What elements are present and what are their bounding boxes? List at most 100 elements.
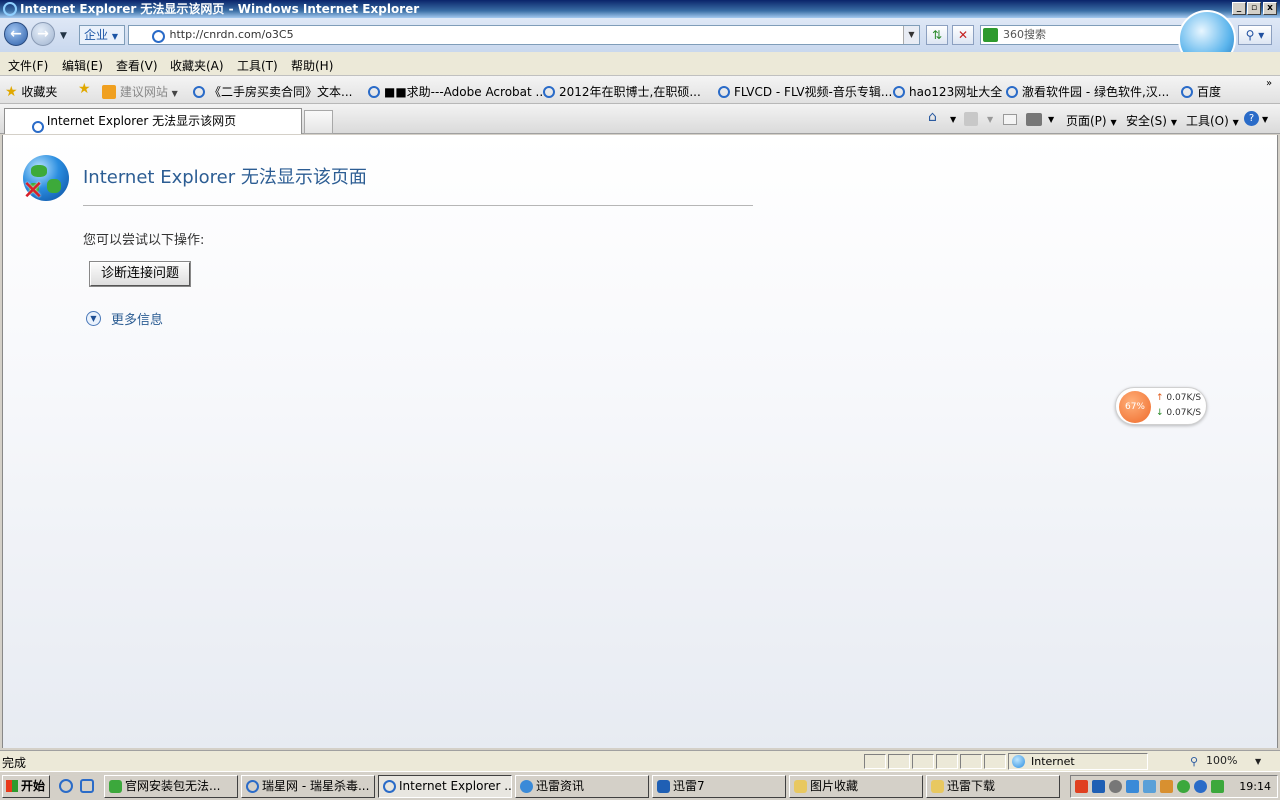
tray-network-icon[interactable] (1126, 780, 1139, 793)
favorite-link[interactable]: FLVCD - FLV视频-音乐专辑... (718, 83, 892, 100)
tray-app-icon[interactable] (1211, 780, 1224, 793)
tab-current[interactable]: Internet Explorer 无法显示该网页 (4, 108, 302, 134)
security-zone[interactable]: Internet (1008, 753, 1148, 770)
address-dropdown-icon[interactable]: ▼ (903, 26, 919, 44)
status-pane (960, 754, 982, 769)
refresh-button[interactable]: ⇅ (926, 25, 948, 45)
back-button[interactable]: ← (4, 22, 28, 46)
address-input[interactable]: http://cnrdn.com/o3C5 ▼ (128, 25, 920, 45)
tray-app-icon[interactable] (1160, 780, 1173, 793)
suggested-sites-button[interactable]: 建议网站 ▼ (102, 83, 178, 100)
arrow-up-icon: ↑ (1156, 393, 1164, 403)
favorites-button[interactable]: ★ 收藏夹 (5, 83, 57, 100)
windows-logo-icon (6, 780, 18, 792)
taskbar-item[interactable]: 官网安装包无法... (104, 775, 238, 798)
zone-selector[interactable]: 企业 ▼ (79, 25, 125, 45)
favorites-overflow-icon[interactable]: » (1266, 78, 1272, 89)
tools-menu[interactable]: 工具(O) ▼ (1186, 112, 1239, 129)
favorite-link[interactable]: 《二手房买卖合同》文本... (193, 83, 352, 100)
new-tab-button[interactable] (304, 110, 333, 134)
status-pane (912, 754, 934, 769)
safety-menu[interactable]: 安全(S) ▼ (1126, 112, 1177, 129)
chevron-down-icon[interactable]: ▼ (987, 115, 993, 124)
tray-app-icon[interactable] (1143, 780, 1156, 793)
system-tray: 19:14 (1070, 775, 1278, 798)
suggested-sites-label: 建议网站 (119, 85, 168, 99)
address-url: http://cnrdn.com/o3C5 (169, 28, 294, 41)
page-menu[interactable]: 页面(P) ▼ (1066, 112, 1117, 129)
tray-app-icon[interactable] (1109, 780, 1122, 793)
menu-favorites[interactable]: 收藏夹(A) (170, 57, 224, 74)
favorite-link[interactable]: hao123网址大全 (893, 83, 1002, 100)
download-speed: ↓ 0.07K/S (1156, 408, 1201, 418)
tray-app-icon[interactable] (1177, 780, 1190, 793)
menu-view[interactable]: 查看(V) (116, 57, 158, 74)
forward-button[interactable]: → (31, 22, 55, 46)
minimize-button[interactable]: _ (1232, 2, 1246, 15)
error-x-icon: ✕ (22, 176, 44, 206)
menu-help[interactable]: 帮助(H) (291, 57, 333, 74)
help-icon[interactable]: ? (1244, 111, 1259, 126)
taskbar-item[interactable]: 瑞星网 - 瑞星杀毒... (241, 775, 375, 798)
chevron-down-icon[interactable]: ▼ (1262, 115, 1268, 124)
favorite-link[interactable]: ■■求助---Adobe Acrobat ... (368, 83, 547, 100)
feeds-icon[interactable] (964, 112, 978, 126)
zone-label: 企业 (84, 28, 109, 42)
favorite-link-label: hao123网址大全 (909, 85, 1003, 99)
search-placeholder: 360搜索 (1003, 28, 1046, 41)
taskbar-item-label: 迅雷7 (673, 779, 705, 793)
star-icon: ★ (5, 84, 18, 100)
status-pane (984, 754, 1006, 769)
zoom-control[interactable]: ⚲ 100% ▼ (1186, 753, 1266, 770)
taskbar-item[interactable]: 图片收藏 (789, 775, 923, 798)
status-pane (864, 754, 886, 769)
ie-icon (1181, 86, 1193, 98)
quicklaunch-browser-icon[interactable] (80, 779, 94, 793)
favorite-link-label: 百度 (1197, 85, 1222, 99)
ie-icon (718, 86, 730, 98)
favorite-link[interactable]: 百度 (1181, 83, 1221, 100)
safety-menu-label: 安全(S) (1126, 114, 1167, 128)
taskbar-item[interactable]: 迅雷下载 (926, 775, 1060, 798)
expand-icon[interactable]: ▼ (86, 311, 101, 326)
tray-app-icon[interactable] (1075, 780, 1088, 793)
favorite-link[interactable]: 澈看软件园 - 绿色软件,汉... (1006, 83, 1169, 100)
menu-file[interactable]: 文件(F) (8, 57, 48, 74)
page-content: ✕ Internet Explorer 无法显示该页面 您可以尝试以下操作: 诊… (2, 135, 1278, 748)
taskbar-item-active[interactable]: Internet Explorer ... (378, 775, 512, 798)
mail-icon[interactable] (1003, 114, 1017, 125)
favorite-link-label: ■■求助---Adobe Acrobat ... (384, 85, 547, 99)
taskbar-item-label: 迅雷资讯 (536, 779, 585, 793)
search-input[interactable]: 360搜索 (980, 25, 1198, 45)
start-button[interactable]: 开始 (2, 775, 50, 798)
close-button[interactable]: x (1263, 2, 1277, 15)
quicklaunch-ie-icon[interactable] (59, 779, 73, 793)
diagnose-button[interactable]: 诊断连接问题 (89, 261, 191, 287)
restore-button[interactable]: ▫ (1247, 2, 1261, 15)
status-text: 完成 (2, 756, 27, 770)
network-speed-widget[interactable]: 67% ↑ 0.07K/S ↓ 0.07K/S (1115, 387, 1207, 425)
internet-globe-icon (1012, 755, 1025, 768)
search-button[interactable]: ⚲ ▾ (1238, 25, 1272, 45)
add-favorite-icon[interactable]: ★ (78, 81, 91, 97)
favorite-link[interactable]: 2012年在职博士,在职硕... (543, 83, 701, 100)
tray-app-icon[interactable] (1194, 780, 1207, 793)
history-dropdown-icon[interactable]: ▼ (60, 31, 67, 41)
print-icon[interactable] (1026, 113, 1042, 126)
chevron-down-icon[interactable]: ▼ (1048, 115, 1054, 124)
shield-icon (520, 780, 533, 793)
taskbar-item[interactable]: 迅雷7 (652, 775, 786, 798)
taskbar-item-label: 官网安装包无法... (125, 779, 221, 793)
tray-app-icon[interactable] (1092, 780, 1105, 793)
favorite-link-label: FLVCD - FLV视频-音乐专辑... (734, 85, 893, 99)
menu-edit[interactable]: 编辑(E) (62, 57, 103, 74)
clock[interactable]: 19:14 (1239, 780, 1271, 793)
more-info-link[interactable]: 更多信息 (111, 309, 163, 328)
favorite-link-label: 2012年在职博士,在职硕... (559, 85, 701, 99)
home-icon[interactable]: ⌂ (928, 109, 937, 125)
menu-tools[interactable]: 工具(T) (237, 57, 278, 74)
taskbar-item-label: 图片收藏 (810, 779, 859, 793)
chevron-down-icon[interactable]: ▼ (950, 115, 956, 124)
taskbar-item[interactable]: 迅雷资讯 (515, 775, 649, 798)
stop-button[interactable]: ✕ (952, 25, 974, 45)
